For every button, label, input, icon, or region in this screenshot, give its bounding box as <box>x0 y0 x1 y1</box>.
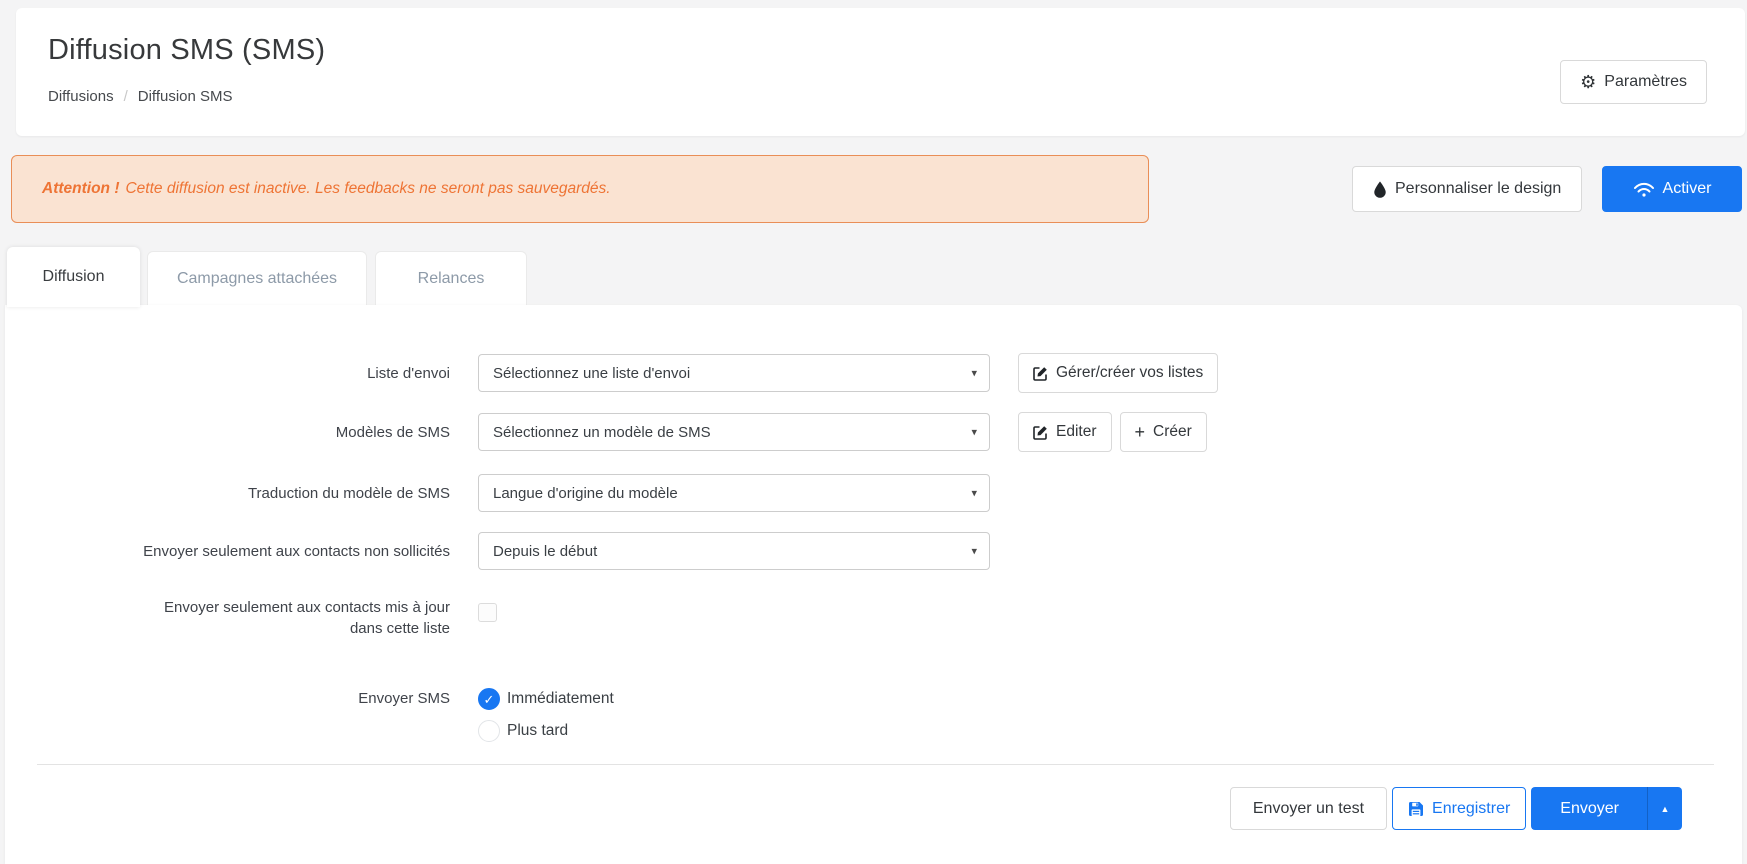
send-options-toggle[interactable]: ▲ <box>1647 787 1682 830</box>
caret-up-icon: ▲ <box>1661 804 1670 814</box>
unsolicited-select[interactable]: Depuis le début ▾ <box>478 532 990 570</box>
check-icon: ✓ <box>484 693 495 706</box>
send-sms-label: Envoyer SMS <box>5 688 450 709</box>
caret-down-icon: ▾ <box>971 426 977 439</box>
send-list-label: Liste d'envoi <box>5 363 450 384</box>
edit-icon <box>1033 366 1048 381</box>
breadcrumb-item-diffusions[interactable]: Diffusions <box>48 88 114 105</box>
radio-later-label: Plus tard <box>507 722 568 740</box>
tab-campagnes-attachees[interactable]: Campagnes attachées <box>147 251 367 305</box>
sms-template-select[interactable]: Sélectionnez un modèle de SMS ▾ <box>478 413 990 451</box>
edit-template-button[interactable]: Editer <box>1018 412 1112 452</box>
send-list-select-value: Sélectionnez une liste d'envoi <box>493 365 690 382</box>
updated-contacts-row: Envoyer seulement aux contacts mis à jou… <box>5 597 1742 639</box>
send-split-button: Envoyer ▲ <box>1531 787 1682 830</box>
alert-message: Cette diffusion est inactive. Les feedba… <box>125 180 610 198</box>
tab-diffusion[interactable]: Diffusion <box>7 247 140 307</box>
customize-design-button[interactable]: Personnaliser le design <box>1352 166 1582 212</box>
translation-row: Traduction du modèle de SMS Langue d'ori… <box>5 474 1742 512</box>
droplet-icon <box>1373 181 1387 198</box>
caret-down-icon: ▾ <box>971 487 977 500</box>
caret-down-icon: ▾ <box>971 545 977 558</box>
save-button[interactable]: Enregistrer <box>1392 787 1526 830</box>
create-template-label: Créer <box>1153 423 1192 441</box>
breadcrumb-separator: / <box>124 88 128 105</box>
tab-relances-label: Relances <box>418 270 485 288</box>
create-template-button[interactable]: + Créer <box>1120 412 1207 452</box>
settings-button-label: Paramètres <box>1604 73 1687 91</box>
settings-button[interactable]: ⚙ Paramètres <box>1560 60 1707 104</box>
activate-button[interactable]: Activer <box>1602 166 1742 212</box>
send-label: Envoyer <box>1560 800 1619 818</box>
send-list-row: Liste d'envoi Sélectionnez une liste d'e… <box>5 353 1742 393</box>
send-test-label: Envoyer un test <box>1253 800 1364 818</box>
translation-label: Traduction du modèle de SMS <box>5 483 450 504</box>
radio-circle-icon: ✓ <box>478 720 500 742</box>
tab-relances[interactable]: Relances <box>375 251 527 305</box>
radio-immediately[interactable]: ✓ Immédiatement <box>478 688 614 710</box>
send-list-select[interactable]: Sélectionnez une liste d'envoi ▾ <box>478 354 990 392</box>
save-label: Enregistrer <box>1432 800 1510 818</box>
breadcrumb: Diffusions / Diffusion SMS <box>48 88 233 105</box>
unsolicited-label: Envoyer seulement aux contacts non solli… <box>5 541 450 562</box>
manage-lists-button[interactable]: Gérer/créer vos listes <box>1018 353 1218 393</box>
footer-actions: Envoyer un test Enregistrer Envoyer ▲ <box>1230 787 1682 830</box>
footer-divider <box>37 764 1714 765</box>
updated-contacts-checkbox[interactable] <box>478 603 497 622</box>
customize-design-label: Personnaliser le design <box>1395 180 1561 198</box>
tab-diffusion-label: Diffusion <box>43 268 105 286</box>
radio-circle-icon: ✓ <box>478 688 500 710</box>
gear-icon: ⚙ <box>1580 73 1596 91</box>
inactive-warning-alert: Attention ! Cette diffusion est inactive… <box>11 155 1149 223</box>
send-test-button[interactable]: Envoyer un test <box>1230 787 1387 830</box>
sms-template-row: Modèles de SMS Sélectionnez un modèle de… <box>5 412 1742 452</box>
translation-select-value: Langue d'origine du modèle <box>493 485 678 502</box>
breadcrumb-item-current: Diffusion SMS <box>138 88 233 105</box>
save-icon <box>1408 801 1424 817</box>
plus-icon: + <box>1135 423 1146 441</box>
send-sms-row: Envoyer SMS ✓ Immédiatement ✓ Plus tard <box>5 688 1742 742</box>
caret-down-icon: ▾ <box>971 367 977 380</box>
unsolicited-select-value: Depuis le début <box>493 543 597 560</box>
header-card: Diffusion SMS (SMS) Diffusions / Diffusi… <box>16 8 1745 136</box>
send-button[interactable]: Envoyer <box>1531 787 1647 830</box>
edit-icon <box>1033 425 1048 440</box>
manage-lists-label: Gérer/créer vos listes <box>1056 364 1203 382</box>
unsolicited-row: Envoyer seulement aux contacts non solli… <box>5 532 1742 570</box>
sms-template-select-value: Sélectionnez un modèle de SMS <box>493 424 711 441</box>
alert-prefix: Attention ! <box>42 180 119 198</box>
translation-select[interactable]: Langue d'origine du modèle ▾ <box>478 474 990 512</box>
radio-later[interactable]: ✓ Plus tard <box>478 720 614 742</box>
sms-template-label: Modèles de SMS <box>5 422 450 443</box>
diffusion-tab-panel: Liste d'envoi Sélectionnez une liste d'e… <box>5 305 1742 864</box>
wifi-icon <box>1633 181 1655 198</box>
activate-label: Activer <box>1663 180 1712 198</box>
edit-template-label: Editer <box>1056 423 1097 441</box>
updated-contacts-label: Envoyer seulement aux contacts mis à jou… <box>5 597 450 639</box>
tab-campagnes-label: Campagnes attachées <box>177 270 337 288</box>
page-title: Diffusion SMS (SMS) <box>48 34 325 67</box>
radio-immediately-label: Immédiatement <box>507 690 614 708</box>
